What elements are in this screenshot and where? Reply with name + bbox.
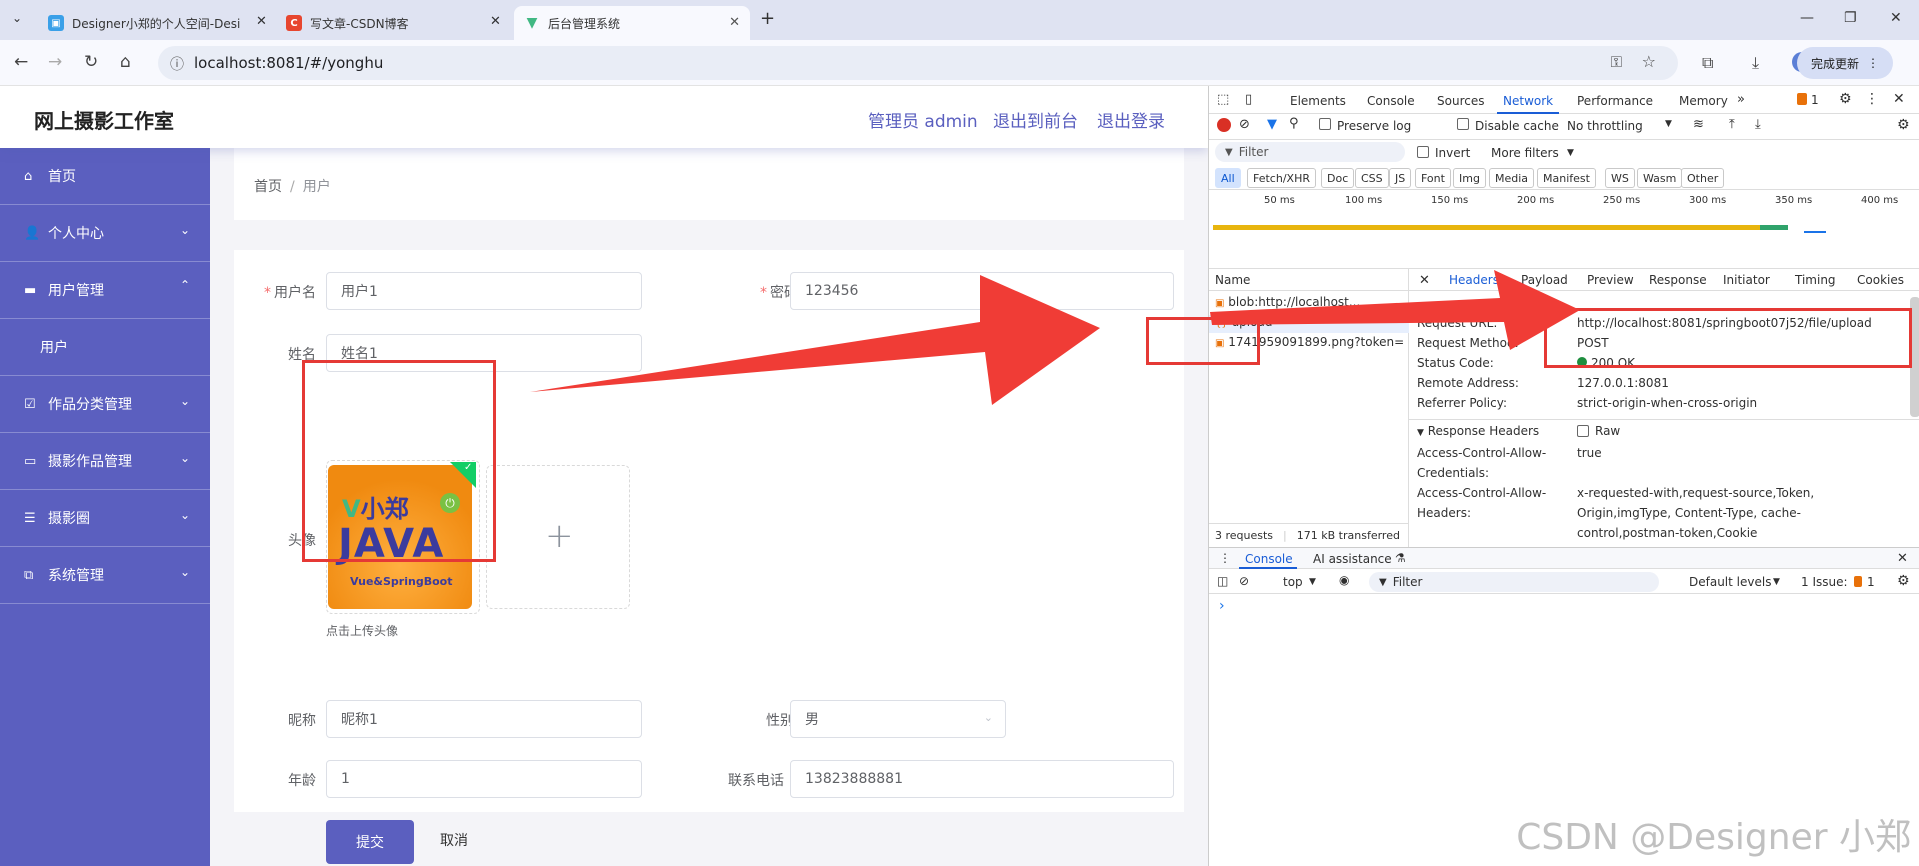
watermark: CSDN @Designer 小郑: [1516, 817, 1911, 858]
arrow-to-upload-request: [530, 275, 1100, 405]
logout-link[interactable]: 退出登录: [1097, 107, 1165, 132]
exit-to-frontend-link[interactable]: 退出到前台: [993, 107, 1078, 132]
app-header: 网上摄影工作室 管理员 admin 退出到前台 退出登录: [0, 86, 1208, 148]
brand-title: 网上摄影工作室: [34, 109, 174, 133]
admin-user-link[interactable]: 管理员 admin: [868, 107, 978, 132]
arrow-to-request-url: [1210, 270, 1580, 350]
